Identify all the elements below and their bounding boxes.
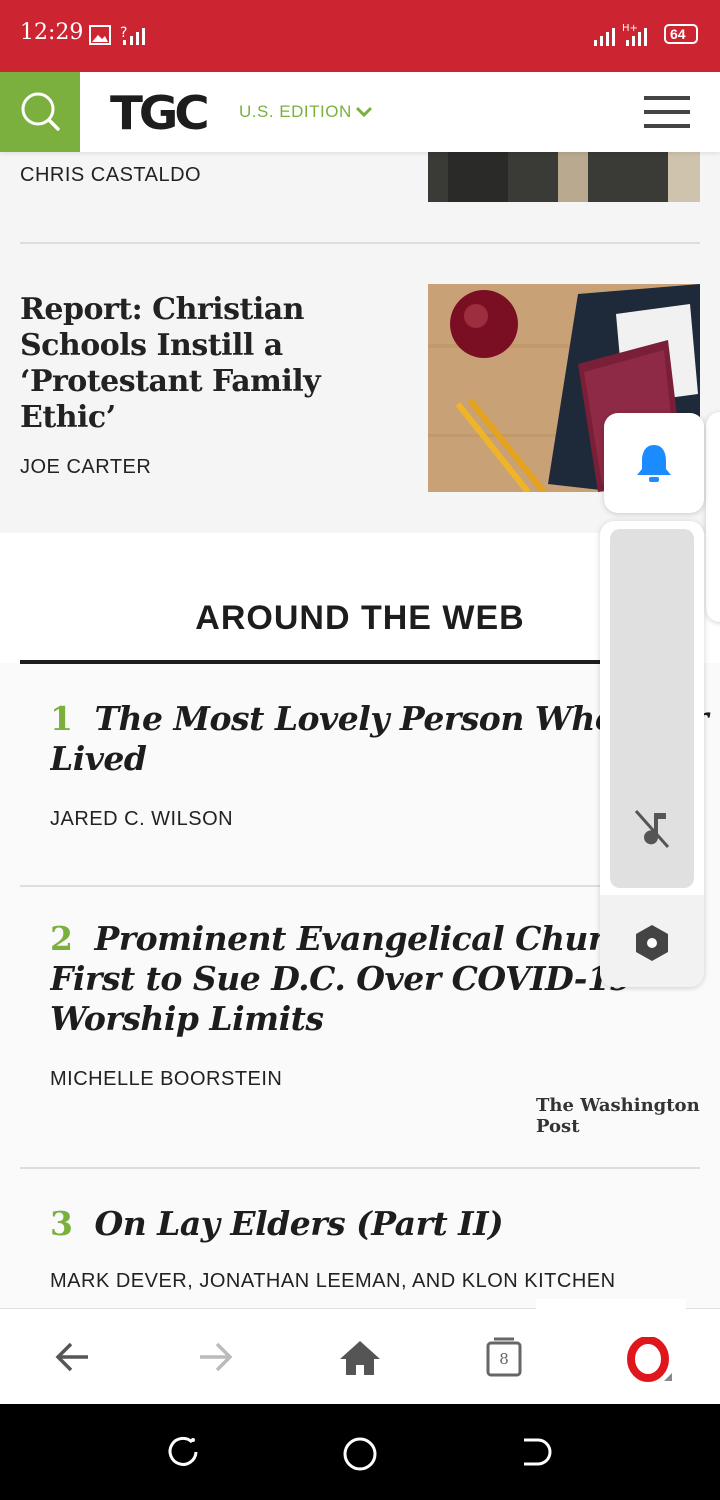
home-circle-icon[interactable] [340, 1434, 380, 1474]
item-title: Prominent Evangelical Church Is First to… [50, 919, 692, 1038]
list-item[interactable]: 3 On Lay Elders (Part II) [50, 1204, 710, 1248]
item-title: On Lay Elders (Part II) [94, 1204, 504, 1243]
site-header: TGC U.S. EDITION [0, 72, 720, 152]
status-time: 12:29 [20, 20, 84, 45]
source-logo: The Washington Post [536, 1095, 700, 1137]
item-author: MARK DEVER, JONATHAN LEEMAN, AND KLON KI… [50, 1270, 616, 1292]
divider [20, 1167, 700, 1169]
player-slider[interactable] [610, 529, 694, 888]
tabs-button[interactable]: 8 [486, 1337, 522, 1377]
chevron-down-icon [355, 106, 373, 118]
article-title[interactable]: Report: Christian Schools Instill a ‘Pro… [20, 292, 400, 436]
music-player-panel [600, 521, 704, 987]
article-author: JOE CARTER [20, 456, 152, 478]
cell-signal-icon: H+ [594, 23, 647, 46]
edition-label: U.S. EDITION [239, 102, 352, 121]
status-bar: 12:29 ? H+ 64 [0, 0, 720, 72]
settings-button[interactable] [600, 895, 704, 987]
gallery-icon [89, 25, 111, 45]
recents-icon[interactable] [166, 1434, 202, 1470]
back-icon[interactable] [518, 1434, 554, 1470]
heading-underline [20, 660, 700, 664]
tabs-count: 8 [499, 1350, 509, 1368]
item-rank: 3 [50, 1204, 73, 1243]
article-author: CHRIS CASTALDO [20, 164, 202, 186]
item-rank: 2 [50, 919, 73, 958]
back-arrow-icon[interactable] [52, 1339, 92, 1375]
tgc-logo[interactable]: TGC [110, 86, 210, 140]
hamburger-icon [644, 96, 690, 100]
ad-strip [536, 1299, 686, 1309]
music-off-icon [634, 810, 670, 848]
notification-button[interactable] [604, 413, 704, 513]
signal-unknown-icon: ? [120, 25, 145, 45]
battery-icon: 64 [664, 24, 698, 44]
article-thumbnail[interactable] [428, 152, 700, 202]
opera-menu-icon[interactable] [626, 1337, 676, 1383]
menu-button[interactable] [640, 94, 694, 130]
hexagon-settings-icon [636, 925, 668, 961]
bell-icon [637, 445, 671, 482]
browser-bottom-bar: 8 [0, 1299, 720, 1405]
side-panel-edge[interactable] [706, 412, 720, 622]
item-author: MICHELLE BOORSTEIN [50, 1068, 283, 1090]
battery-level: 64 [670, 26, 686, 42]
home-icon[interactable] [338, 1337, 382, 1377]
search-button[interactable] [0, 72, 80, 152]
divider [20, 885, 700, 887]
item-rank: 1 [50, 699, 73, 738]
svg-text:?: ? [120, 25, 127, 41]
system-navigation-bar [0, 1404, 720, 1500]
search-icon [21, 92, 60, 131]
item-author: JARED C. WILSON [50, 808, 234, 830]
svg-text:H+: H+ [622, 23, 638, 34]
divider [20, 242, 700, 244]
forward-arrow-icon[interactable] [196, 1339, 236, 1375]
